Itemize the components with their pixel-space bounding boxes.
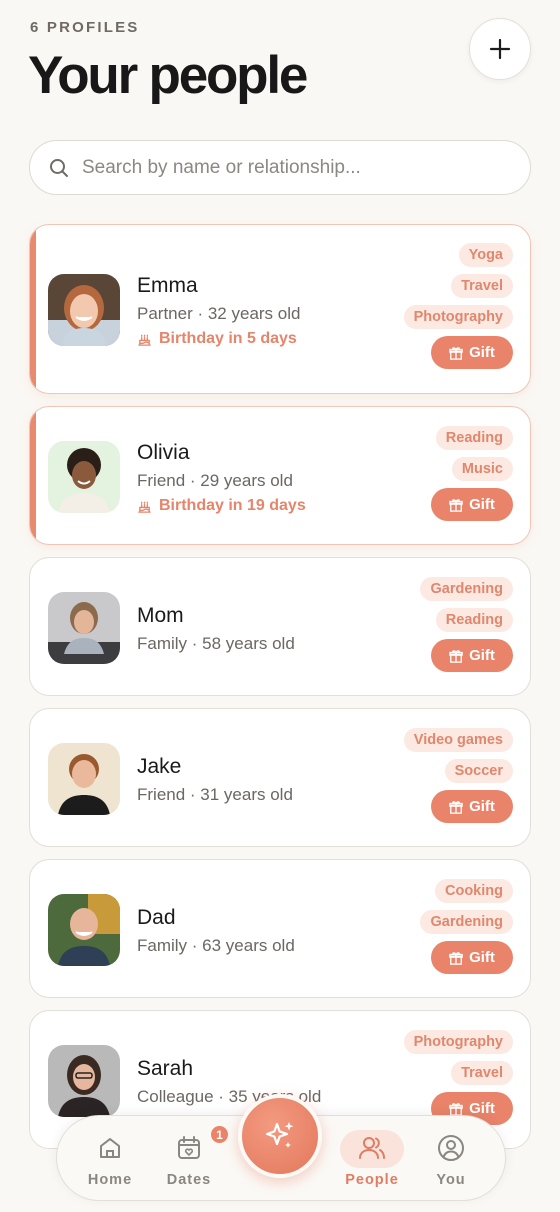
interest-tag: Travel: [451, 274, 513, 298]
profile-card-mom[interactable]: Mom Family · 58 years old Gardening Read…: [29, 557, 531, 696]
gift-label: Gift: [469, 798, 495, 815]
interest-tags: Video games Soccer Gift: [403, 728, 513, 823]
search-input[interactable]: Search by name or relationship...: [29, 140, 531, 195]
nav-home-label: Home: [87, 1172, 133, 1188]
gift-label: Gift: [469, 344, 495, 361]
gift-label: Gift: [469, 647, 495, 664]
profile-subtitle: Family · 58 years old: [137, 634, 295, 653]
gift-icon: [449, 1102, 463, 1116]
profile-card-dad[interactable]: Dad Family · 63 years old Cooking Garden…: [29, 859, 531, 998]
interest-tag: Gardening: [420, 577, 513, 601]
ai-suggest-button[interactable]: [238, 1094, 322, 1178]
nav-dates-label: Dates: [166, 1172, 212, 1188]
interest-tag: Soccer: [444, 759, 513, 783]
cake-icon: [138, 501, 151, 513]
gift-button[interactable]: Gift: [431, 941, 513, 974]
profile-name: Olivia: [137, 441, 190, 464]
gift-button[interactable]: Gift: [431, 336, 513, 369]
calendar-heart-icon: [178, 1136, 200, 1159]
interest-tags: Photography Travel Gift: [403, 1030, 513, 1125]
interest-tag: Photography: [403, 1030, 513, 1054]
profile-subtitle: Friend · 31 years old: [137, 785, 293, 804]
interest-tag: Gardening: [420, 910, 513, 934]
interest-tag: Reading: [435, 426, 513, 450]
avatar: [48, 274, 120, 346]
birthday-countdown: Birthday in 19 days: [137, 497, 306, 515]
avatar: [48, 441, 120, 513]
nav-you-label: You: [436, 1172, 466, 1188]
interest-tag: Photography: [403, 305, 513, 329]
avatar: [48, 592, 120, 664]
interest-tag: Yoga: [458, 243, 513, 267]
user-circle-icon: [438, 1135, 464, 1161]
people-icon: [359, 1137, 385, 1159]
interest-tag: Cooking: [435, 879, 513, 903]
plus-icon: [489, 38, 511, 60]
gift-label: Gift: [469, 1100, 495, 1117]
interest-tag: Music: [451, 457, 513, 481]
profile-name: Dad: [137, 906, 176, 929]
highlight-bar: [30, 225, 36, 393]
profile-count: 6 PROFILES: [30, 19, 140, 36]
search-placeholder: Search by name or relationship...: [82, 156, 361, 178]
nav-people-label: People: [345, 1172, 399, 1188]
profile-card-olivia[interactable]: Olivia Friend · 29 years old Birthday in…: [29, 406, 531, 545]
avatar: [48, 894, 120, 966]
dates-notification-badge: 1: [209, 1124, 230, 1145]
highlight-bar: [30, 407, 36, 544]
profile-name: Mom: [137, 604, 184, 627]
cake-icon: [138, 334, 151, 346]
sparkles-icon: [265, 1122, 294, 1148]
interest-tags: Yoga Travel Photography Gift: [403, 243, 513, 369]
profile-name: Emma: [137, 274, 198, 297]
avatar: [48, 1045, 120, 1117]
profile-name: Jake: [137, 755, 182, 778]
interest-tag: Reading: [435, 608, 513, 632]
add-person-button[interactable]: [469, 18, 531, 80]
interest-tag: Video games: [403, 728, 513, 752]
interest-tags: Cooking Gardening Gift: [420, 879, 513, 974]
birthday-text: Birthday in 19 days: [159, 497, 306, 514]
interest-tag: Travel: [451, 1061, 513, 1085]
nav-people[interactable]: People: [336, 1132, 408, 1188]
page-title: Your people: [28, 46, 308, 105]
gift-button[interactable]: Gift: [431, 488, 513, 521]
gift-icon: [449, 951, 463, 965]
gift-icon: [449, 498, 463, 512]
birthday-text: Birthday in 5 days: [159, 330, 297, 347]
gift-icon: [449, 649, 463, 663]
gift-button[interactable]: Gift: [431, 790, 513, 823]
profile-card-jake[interactable]: Jake Friend · 31 years old Video games S…: [29, 708, 531, 847]
interest-tags: Gardening Reading Gift: [420, 577, 513, 672]
avatar: [48, 743, 120, 815]
gift-icon: [449, 800, 463, 814]
profile-card-emma[interactable]: Emma Partner · 32 years old Birthday in …: [29, 224, 531, 394]
profile-name: Sarah: [137, 1057, 194, 1080]
gift-button[interactable]: Gift: [431, 639, 513, 672]
nav-you[interactable]: You: [415, 1132, 487, 1188]
gift-icon: [449, 346, 463, 360]
profile-subtitle: Family · 63 years old: [137, 936, 295, 955]
gift-label: Gift: [469, 949, 495, 966]
profile-subtitle: Friend · 29 years old: [137, 471, 293, 490]
birthday-countdown: Birthday in 5 days: [137, 330, 297, 348]
gift-label: Gift: [469, 496, 495, 513]
search-icon: [49, 158, 69, 178]
profile-subtitle: Partner · 32 years old: [137, 304, 301, 323]
interest-tags: Reading Music Gift: [431, 426, 513, 521]
nav-home[interactable]: Home: [74, 1132, 146, 1188]
home-icon: [100, 1138, 120, 1158]
